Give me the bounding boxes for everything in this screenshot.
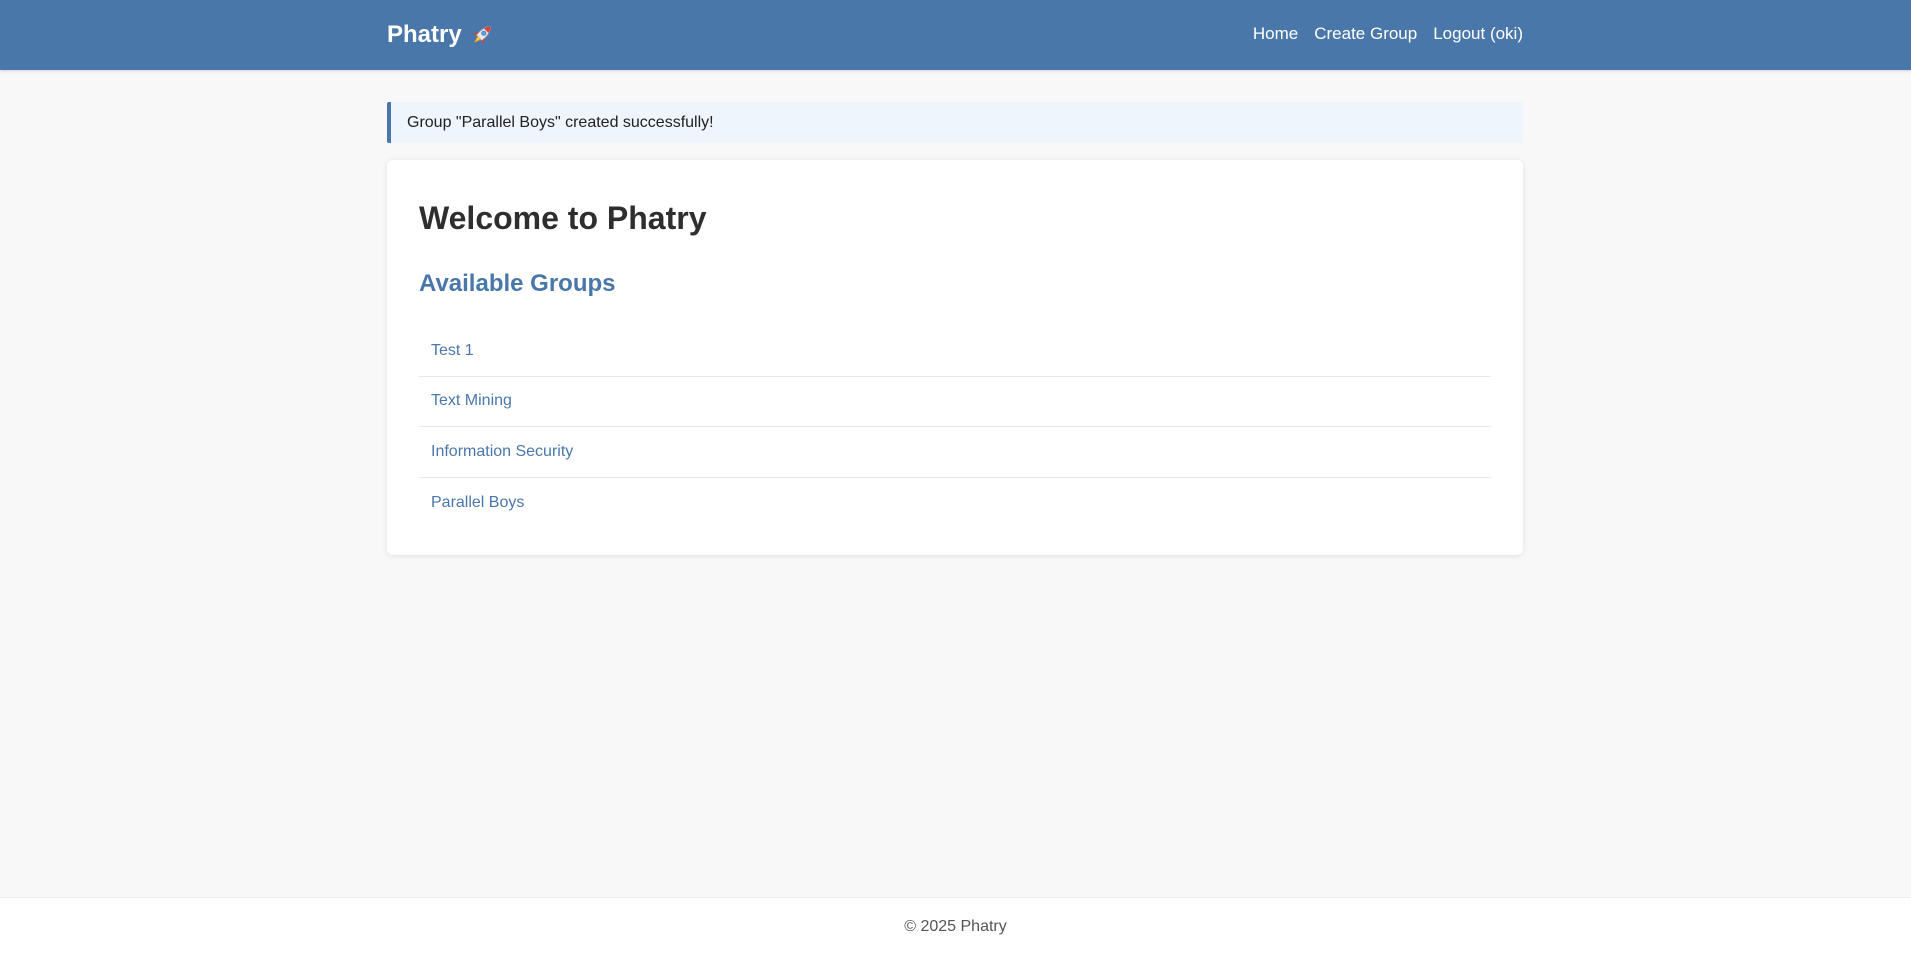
group-link-parallel-boys[interactable]: Parallel Boys [431, 493, 524, 513]
list-item: Information Security [419, 427, 1491, 478]
navbar: Phatry Home Create Group Logout (oki) [0, 0, 1911, 70]
list-item: Parallel Boys [419, 478, 1491, 529]
nav-home-link[interactable]: Home [1253, 24, 1298, 44]
group-link-test-1[interactable]: Test 1 [431, 341, 474, 361]
alert-message: Group "Parallel Boys" created successful… [407, 114, 714, 131]
nav-logout-link[interactable]: Logout (oki) [1433, 24, 1523, 44]
list-item: Text Mining [419, 377, 1491, 427]
page-title: Welcome to Phatry [419, 200, 707, 236]
success-alert: Group "Parallel Boys" created successful… [387, 102, 1523, 143]
brand-link[interactable]: Phatry [387, 21, 496, 49]
main-card: Welcome to Phatry Available Groups Test … [387, 160, 1523, 555]
footer: © 2025 Phatry [0, 897, 1911, 956]
brand-name: Phatry [387, 21, 462, 48]
group-link-information-security[interactable]: Information Security [431, 442, 573, 462]
nav-links: Home Create Group Logout (oki) [1253, 24, 1523, 44]
list-item: Test 1 [419, 326, 1491, 377]
groups-heading: Available Groups [419, 270, 616, 297]
group-link-text-mining[interactable]: Text Mining [431, 391, 512, 411]
nav-create-group-link[interactable]: Create Group [1314, 24, 1417, 44]
group-list: Test 1 Text Mining Information Security … [419, 326, 1491, 528]
rocket-icon [468, 21, 496, 49]
footer-copyright: © 2025 Phatry [904, 918, 1007, 935]
